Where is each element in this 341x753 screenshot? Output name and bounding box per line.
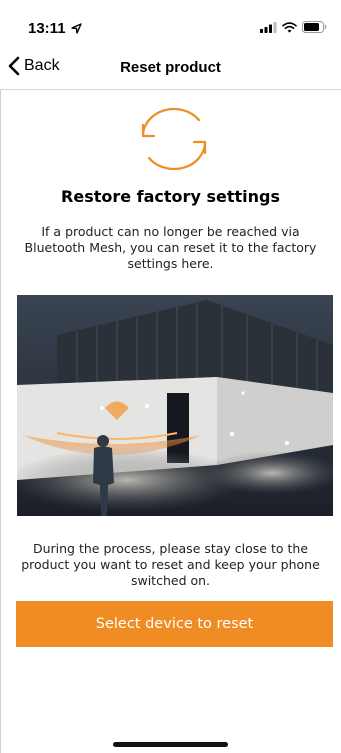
building-illustration — [17, 295, 333, 516]
wifi-icon — [282, 21, 297, 33]
process-instructions: During the process, please stay close to… — [21, 541, 320, 588]
location-arrow-icon — [71, 23, 82, 34]
navigation-bar: Back Reset product — [0, 46, 341, 90]
status-icons — [260, 21, 327, 33]
signal-icon — [260, 21, 277, 33]
battery-icon — [302, 21, 327, 33]
reset-sync-icon — [141, 108, 207, 170]
status-time: 13:11 — [28, 20, 82, 37]
status-bar: 13:11 — [0, 0, 341, 46]
building-photo — [17, 295, 333, 516]
status-time-text: 13:11 — [28, 20, 66, 37]
select-device-button[interactable]: Select device to reset — [16, 601, 333, 647]
headline: Restore factory settings — [61, 187, 280, 206]
page-title: Reset product — [120, 59, 221, 76]
home-indicator[interactable] — [113, 742, 228, 747]
intro-text: If a product can no longer be reached vi… — [24, 224, 317, 271]
